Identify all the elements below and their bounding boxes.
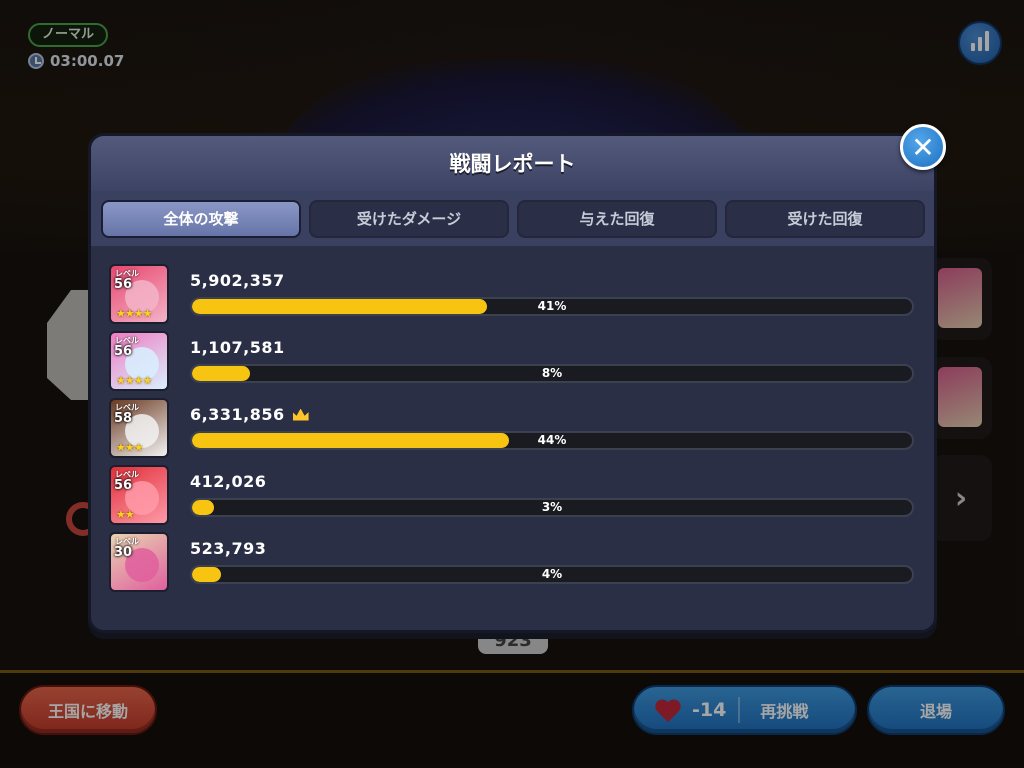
cookie-portrait[interactable]: レベル 30: [109, 532, 169, 592]
tab-healing-given[interactable]: 与えた回復: [517, 200, 717, 238]
star-rating: ★★★★: [116, 374, 152, 387]
damage-bar: 3%: [190, 498, 914, 517]
crown-icon: [292, 408, 309, 421]
damage-value-wrap: 523,793: [190, 539, 266, 558]
damage-percent: 4%: [541, 567, 563, 581]
damage-value: 6,331,856: [190, 405, 285, 424]
damage-bar: 41%: [190, 297, 914, 316]
dialog-title: 戦闘レポート: [449, 152, 576, 176]
close-icon: ✕: [911, 130, 935, 164]
damage-percent: 44%: [537, 433, 567, 447]
level-value: 56: [114, 478, 133, 493]
level-value: 58: [114, 411, 133, 426]
tab-damage-taken[interactable]: 受けたダメージ: [309, 200, 509, 238]
level-value: 56: [114, 277, 133, 292]
list-item: レベル 30 523,793 4%: [106, 529, 921, 595]
star-rating: ★★★★: [116, 307, 152, 320]
damage-value: 523,793: [190, 539, 267, 558]
close-button[interactable]: ✕: [900, 124, 946, 170]
tab-total-attack[interactable]: 全体の攻撃: [101, 200, 301, 238]
cookie-portrait[interactable]: レベル 58 ★★★: [109, 398, 169, 458]
level-value: 30: [114, 545, 133, 560]
list-item: レベル 56 ★★ 412,026 3%: [106, 462, 921, 528]
damage-value: 412,026: [190, 472, 267, 491]
damage-bar: 4%: [190, 565, 914, 584]
cookie-portrait[interactable]: レベル 56 ★★: [109, 465, 169, 525]
damage-percent: 3%: [541, 500, 563, 514]
damage-value: 5,902,357: [190, 271, 285, 290]
damage-value-wrap: 6,331,856: [190, 405, 309, 424]
cookie-portrait[interactable]: レベル 56 ★★★★: [109, 331, 169, 391]
star-rating: ★★★: [116, 441, 144, 454]
dialog-header: 戦闘レポート: [91, 136, 934, 191]
damage-value: 1,107,581: [190, 338, 285, 357]
cookie-portrait[interactable]: レベル 56 ★★★★: [109, 264, 169, 324]
damage-value-wrap: 5,902,357: [190, 271, 285, 290]
damage-value-wrap: 412,026: [190, 472, 266, 491]
damage-value-wrap: 1,107,581: [190, 338, 285, 357]
list-item: レベル 58 ★★★ 6,331,856 44%: [106, 395, 921, 461]
damage-percent: 41%: [537, 299, 567, 313]
tab-bar: 全体の攻撃 受けたダメージ 与えた回復 受けた回復: [91, 191, 934, 246]
damage-percent: 8%: [541, 366, 563, 380]
list-item: レベル 56 ★★★★ 5,902,357 41%: [106, 261, 921, 327]
star-rating: ★★: [116, 508, 135, 521]
damage-bar: 44%: [190, 431, 914, 450]
list-item: レベル 56 ★★★★ 1,107,581 8%: [106, 328, 921, 394]
damage-bar: 8%: [190, 364, 914, 383]
battle-report-dialog: 戦闘レポート 全体の攻撃 受けたダメージ 与えた回復 受けた回復 レベル 56 …: [88, 133, 937, 633]
tab-healing-received[interactable]: 受けた回復: [725, 200, 925, 238]
level-value: 56: [114, 344, 133, 359]
